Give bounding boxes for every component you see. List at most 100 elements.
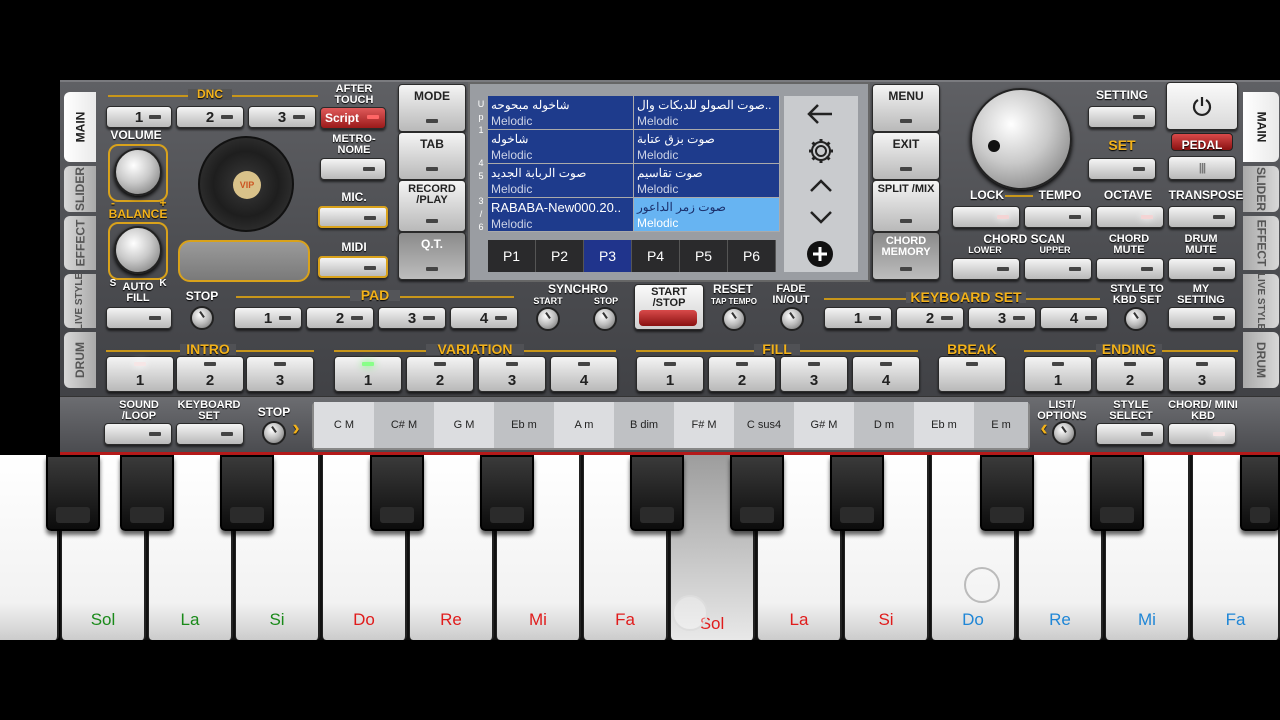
sound-slot[interactable]: صوت الربابة الجديد Melodic (488, 164, 634, 198)
stop2-knob[interactable] (262, 421, 286, 445)
chevron-down-icon[interactable] (808, 208, 834, 226)
side-tab-slider-left[interactable]: SLIDER (64, 166, 96, 212)
gear-icon[interactable] (806, 136, 836, 166)
page-tab-p1[interactable]: P1 (488, 240, 536, 272)
sound-slot[interactable]: صوت بزق عتابة Melodic (634, 130, 780, 164)
setting-button[interactable] (1088, 106, 1156, 128)
side-tab-live-style-left[interactable]: LIVE STYLE (64, 272, 96, 330)
side-tab-main-right[interactable]: MAIN (1243, 92, 1279, 162)
intro-button-3[interactable]: 3 (246, 356, 314, 392)
piano-black-key[interactable] (830, 455, 884, 531)
vip-disc[interactable]: VIP (198, 136, 294, 232)
piano-black-key[interactable] (1240, 455, 1280, 531)
mic-button[interactable] (318, 206, 388, 228)
intro-button-1[interactable]: 1 (106, 356, 174, 392)
page-tab-p4[interactable]: P4 (632, 240, 680, 272)
power-button[interactable] (1166, 82, 1238, 151)
tempo-dial[interactable] (970, 88, 1072, 190)
mode-button[interactable]: MODE (398, 84, 466, 132)
chord-cell[interactable]: A m (554, 402, 614, 448)
back-arrow-icon[interactable] (806, 102, 834, 126)
volume-knob[interactable] (114, 148, 162, 196)
intro-button-2[interactable]: 2 (176, 356, 244, 392)
chord-scan-lower-button[interactable] (952, 258, 1020, 280)
sound-slot[interactable]: شاخوله مبحوحه Melodic (488, 96, 634, 130)
style-select-button[interactable] (1096, 423, 1164, 445)
keyboard-set2-button[interactable] (176, 423, 244, 445)
page-tab-p2[interactable]: P2 (536, 240, 584, 272)
fill-button-2[interactable]: 2 (708, 356, 776, 392)
midi-button[interactable] (318, 256, 388, 278)
side-tab-main-left[interactable]: MAIN (64, 92, 96, 162)
side-tab-slider-right[interactable]: SLIDER (1243, 166, 1279, 212)
chord-cell[interactable]: C# M (374, 402, 434, 448)
keyboard-set-button-4[interactable]: 4 (1040, 307, 1108, 329)
chevron-up-icon[interactable] (808, 176, 834, 194)
style-to-kbd-knob[interactable] (1124, 307, 1148, 331)
chord-memory-button[interactable]: CHORD MEMORY (872, 232, 940, 280)
start-stop-button[interactable]: START /STOP (634, 284, 704, 330)
exit-button[interactable]: EXIT (872, 132, 940, 180)
sound-slot[interactable]: شاخوله Melodic (488, 130, 634, 164)
chord-scan-upper-button[interactable] (1024, 258, 1092, 280)
side-tab-effect-right[interactable]: EFFECT (1243, 216, 1279, 270)
blank-display[interactable] (178, 240, 310, 282)
break-button[interactable] (938, 356, 1006, 392)
split-mix-button[interactable]: SPLIT /MIX (872, 180, 940, 232)
fill-button-1[interactable]: 1 (636, 356, 704, 392)
piano-black-key[interactable] (630, 455, 684, 531)
sound-loop-button[interactable] (104, 423, 172, 445)
piano-black-key[interactable] (120, 455, 174, 531)
fill-button-4[interactable]: 4 (852, 356, 920, 392)
drum-mute-button[interactable] (1168, 258, 1236, 280)
page-tab-p5[interactable]: P5 (680, 240, 728, 272)
add-icon[interactable] (806, 240, 834, 268)
chord-mute-button[interactable] (1096, 258, 1164, 280)
sound-slot[interactable]: صوت تقاسيم Melodic (634, 164, 780, 198)
reset-knob[interactable] (722, 307, 746, 331)
chord-cell[interactable]: D m (854, 402, 914, 448)
variation-button-1[interactable]: 1 (334, 356, 402, 392)
octave-button[interactable] (1096, 206, 1164, 228)
side-tab-drum-right[interactable]: DRUM (1243, 332, 1279, 388)
list-options-knob[interactable] (1052, 421, 1076, 445)
pad-stop-knob[interactable] (190, 306, 214, 330)
synchro-stop-knob[interactable] (593, 307, 617, 331)
ending-button-1[interactable]: 1 (1024, 356, 1092, 392)
chord-cell[interactable]: Eb m (494, 402, 554, 448)
chevron-right-icon[interactable]: › (286, 417, 306, 439)
pad-button-1[interactable]: 1 (234, 307, 302, 329)
piano-black-key[interactable] (980, 455, 1034, 531)
chord-cell[interactable]: C M (314, 402, 374, 448)
chord-cell[interactable]: F# M (674, 402, 734, 448)
dnc-button-2[interactable]: 2 (176, 106, 244, 128)
pedal-button[interactable]: ||| (1168, 156, 1236, 180)
chord-cell[interactable]: E m (974, 402, 1028, 448)
synchro-start-knob[interactable] (536, 307, 560, 331)
sound-slot-selected[interactable]: صوت زمر الداعور Melodic (634, 198, 780, 232)
variation-button-3[interactable]: 3 (478, 356, 546, 392)
chord-cell[interactable]: Eb m (914, 402, 974, 448)
chevron-left-icon[interactable]: ‹ (1034, 417, 1054, 439)
set-button[interactable] (1088, 158, 1156, 180)
pad-button-4[interactable]: 4 (450, 307, 518, 329)
piano-black-key[interactable] (730, 455, 784, 531)
script-button[interactable]: Script (320, 107, 386, 129)
record-play-button[interactable]: RECORD /PLAY (398, 180, 466, 232)
my-setting-button[interactable] (1168, 307, 1236, 329)
piano-black-key[interactable] (1090, 455, 1144, 531)
piano-black-key[interactable] (480, 455, 534, 531)
variation-button-2[interactable]: 2 (406, 356, 474, 392)
metronome-button[interactable] (320, 158, 386, 180)
ending-button-2[interactable]: 2 (1096, 356, 1164, 392)
sound-slot[interactable]: صوت الصولو للدبكات وال.. Melodic (634, 96, 780, 130)
dnc-button-3[interactable]: 3 (248, 106, 316, 128)
lock-button[interactable] (952, 206, 1020, 228)
fill-button-3[interactable]: 3 (780, 356, 848, 392)
piano-black-key[interactable] (220, 455, 274, 531)
transpose-button[interactable] (1168, 206, 1236, 228)
ending-button-3[interactable]: 3 (1168, 356, 1236, 392)
page-tab-p3[interactable]: P3 (584, 240, 632, 272)
fade-knob[interactable] (780, 307, 804, 331)
keyboard-set-button-1[interactable]: 1 (824, 307, 892, 329)
